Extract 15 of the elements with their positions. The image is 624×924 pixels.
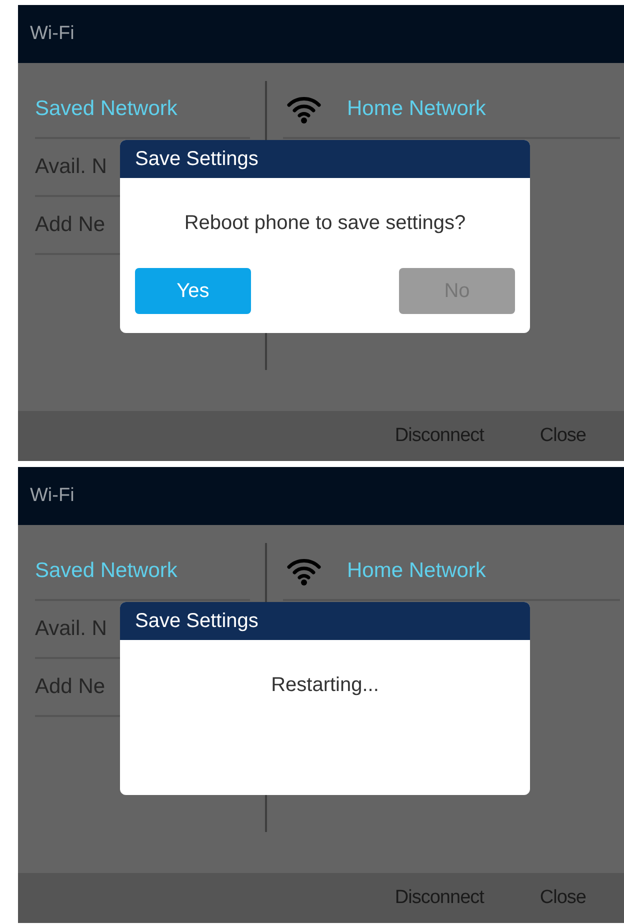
dialog-button[interactable]: Yes [135,268,251,314]
wifi-icon [287,94,321,124]
network-name: Home Network [347,96,486,122]
dialog-title: Save Settings [135,147,258,172]
softkey-button[interactable]: Close [540,884,586,912]
window-title: Wi-Fi [30,22,74,46]
softkey-button[interactable]: Close [540,422,586,450]
softkey-button[interactable]: Disconnect [394,422,484,450]
dialog-message: Reboot phone to save settings? [184,211,466,236]
softkey-button[interactable]: Disconnect [394,884,484,912]
network-name: Home Network [347,558,486,584]
wifi-icon [287,556,321,586]
dialog-title: Save Settings [135,609,258,634]
dialog-message: Restarting... [271,673,379,698]
window-title: Wi-Fi [30,484,74,508]
